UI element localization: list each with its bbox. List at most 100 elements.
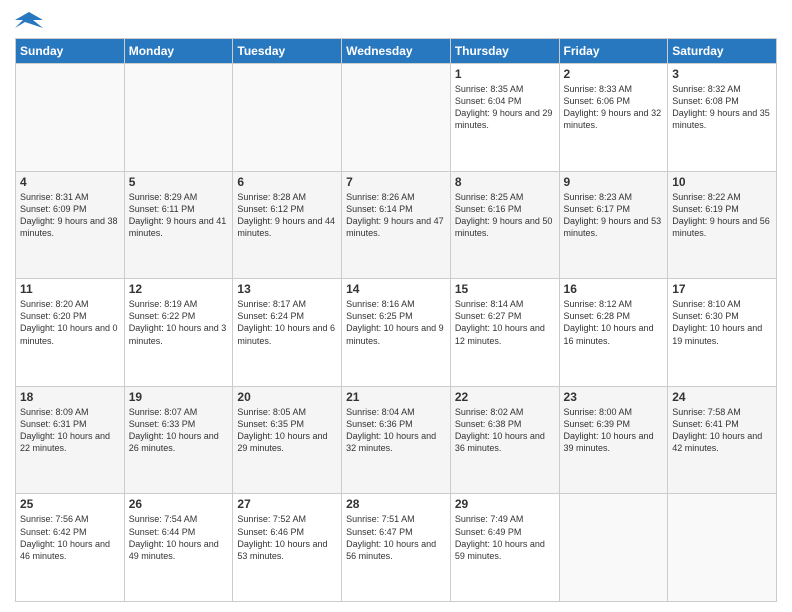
day-number: 2: [564, 67, 664, 81]
weekday-header-sunday: Sunday: [16, 39, 125, 64]
calendar-cell: 28 Sunrise: 7:51 AMSunset: 6:47 PMDayligh…: [342, 494, 451, 602]
day-number: 1: [455, 67, 555, 81]
calendar-cell: 24 Sunrise: 7:58 AMSunset: 6:41 PMDayligh…: [668, 386, 777, 494]
day-number: 12: [129, 282, 229, 296]
day-info: Sunrise: 8:25 AMSunset: 6:16 PMDaylight:…: [455, 191, 555, 240]
day-info: Sunrise: 8:31 AMSunset: 6:09 PMDaylight:…: [20, 191, 120, 240]
day-number: 3: [672, 67, 772, 81]
calendar-cell: 3 Sunrise: 8:32 AMSunset: 6:08 PMDaylight…: [668, 64, 777, 172]
day-info: Sunrise: 8:29 AMSunset: 6:11 PMDaylight:…: [129, 191, 229, 240]
day-number: 27: [237, 497, 337, 511]
day-info: Sunrise: 8:09 AMSunset: 6:31 PMDaylight:…: [20, 406, 120, 455]
calendar-cell: [559, 494, 668, 602]
page: SundayMondayTuesdayWednesdayThursdayFrid…: [0, 0, 792, 612]
day-number: 16: [564, 282, 664, 296]
day-number: 9: [564, 175, 664, 189]
day-info: Sunrise: 8:00 AMSunset: 6:39 PMDaylight:…: [564, 406, 664, 455]
calendar-cell: 2 Sunrise: 8:33 AMSunset: 6:06 PMDaylight…: [559, 64, 668, 172]
day-info: Sunrise: 7:58 AMSunset: 6:41 PMDaylight:…: [672, 406, 772, 455]
calendar-row-1: 4 Sunrise: 8:31 AMSunset: 6:09 PMDaylight…: [16, 171, 777, 279]
calendar-cell: [124, 64, 233, 172]
calendar-cell: 25 Sunrise: 7:56 AMSunset: 6:42 PMDayligh…: [16, 494, 125, 602]
day-number: 4: [20, 175, 120, 189]
calendar-cell: 6 Sunrise: 8:28 AMSunset: 6:12 PMDaylight…: [233, 171, 342, 279]
calendar-cell: 27 Sunrise: 7:52 AMSunset: 6:46 PMDayligh…: [233, 494, 342, 602]
day-number: 21: [346, 390, 446, 404]
day-info: Sunrise: 8:05 AMSunset: 6:35 PMDaylight:…: [237, 406, 337, 455]
logo: [15, 10, 47, 32]
calendar-cell: 18 Sunrise: 8:09 AMSunset: 6:31 PMDayligh…: [16, 386, 125, 494]
day-info: Sunrise: 8:19 AMSunset: 6:22 PMDaylight:…: [129, 298, 229, 347]
day-info: Sunrise: 8:28 AMSunset: 6:12 PMDaylight:…: [237, 191, 337, 240]
calendar-cell: 22 Sunrise: 8:02 AMSunset: 6:38 PMDayligh…: [450, 386, 559, 494]
day-number: 26: [129, 497, 229, 511]
day-info: Sunrise: 8:23 AMSunset: 6:17 PMDaylight:…: [564, 191, 664, 240]
day-info: Sunrise: 7:52 AMSunset: 6:46 PMDaylight:…: [237, 513, 337, 562]
weekday-header-wednesday: Wednesday: [342, 39, 451, 64]
calendar-cell: 11Sunrise: 8:20 AMSunset: 6:20 PMDayligh…: [16, 279, 125, 387]
day-number: 15: [455, 282, 555, 296]
day-info: Sunrise: 8:32 AMSunset: 6:08 PMDaylight:…: [672, 83, 772, 132]
calendar-row-2: 11Sunrise: 8:20 AMSunset: 6:20 PMDayligh…: [16, 279, 777, 387]
calendar-table: SundayMondayTuesdayWednesdayThursdayFrid…: [15, 38, 777, 602]
day-info: Sunrise: 8:14 AMSunset: 6:27 PMDaylight:…: [455, 298, 555, 347]
day-number: 23: [564, 390, 664, 404]
weekday-header-monday: Monday: [124, 39, 233, 64]
day-info: Sunrise: 8:12 AMSunset: 6:28 PMDaylight:…: [564, 298, 664, 347]
day-info: Sunrise: 8:20 AMSunset: 6:20 PMDaylight:…: [20, 298, 120, 347]
day-info: Sunrise: 8:35 AMSunset: 6:04 PMDaylight:…: [455, 83, 555, 132]
day-number: 24: [672, 390, 772, 404]
day-number: 13: [237, 282, 337, 296]
calendar-cell: 19Sunrise: 8:07 AMSunset: 6:33 PMDayligh…: [124, 386, 233, 494]
day-number: 14: [346, 282, 446, 296]
calendar-cell: 13 Sunrise: 8:17 AMSunset: 6:24 PMDayligh…: [233, 279, 342, 387]
calendar-cell: [16, 64, 125, 172]
day-info: Sunrise: 8:16 AMSunset: 6:25 PMDaylight:…: [346, 298, 446, 347]
day-info: Sunrise: 8:17 AMSunset: 6:24 PMDaylight:…: [237, 298, 337, 347]
calendar-cell: [233, 64, 342, 172]
day-info: Sunrise: 7:54 AMSunset: 6:44 PMDaylight:…: [129, 513, 229, 562]
calendar-row-3: 18 Sunrise: 8:09 AMSunset: 6:31 PMDayligh…: [16, 386, 777, 494]
day-number: 22: [455, 390, 555, 404]
calendar-cell: [668, 494, 777, 602]
day-number: 5: [129, 175, 229, 189]
day-info: Sunrise: 7:51 AMSunset: 6:47 PMDaylight:…: [346, 513, 446, 562]
logo-bird-icon: [15, 10, 43, 32]
day-number: 18: [20, 390, 120, 404]
day-info: Sunrise: 7:49 AMSunset: 6:49 PMDaylight:…: [455, 513, 555, 562]
calendar-cell: 16 Sunrise: 8:12 AMSunset: 6:28 PMDayligh…: [559, 279, 668, 387]
day-info: Sunrise: 8:07 AMSunset: 6:33 PMDaylight:…: [129, 406, 229, 455]
calendar-cell: 15 Sunrise: 8:14 AMSunset: 6:27 PMDayligh…: [450, 279, 559, 387]
day-info: Sunrise: 8:10 AMSunset: 6:30 PMDaylight:…: [672, 298, 772, 347]
weekday-header-tuesday: Tuesday: [233, 39, 342, 64]
day-number: 10: [672, 175, 772, 189]
calendar-cell: 7 Sunrise: 8:26 AMSunset: 6:14 PMDaylight…: [342, 171, 451, 279]
calendar-cell: 9 Sunrise: 8:23 AMSunset: 6:17 PMDaylight…: [559, 171, 668, 279]
day-number: 8: [455, 175, 555, 189]
day-info: Sunrise: 8:04 AMSunset: 6:36 PMDaylight:…: [346, 406, 446, 455]
calendar-cell: 1 Sunrise: 8:35 AMSunset: 6:04 PMDaylight…: [450, 64, 559, 172]
day-info: Sunrise: 8:26 AMSunset: 6:14 PMDaylight:…: [346, 191, 446, 240]
calendar-cell: 5 Sunrise: 8:29 AMSunset: 6:11 PMDaylight…: [124, 171, 233, 279]
day-info: Sunrise: 8:02 AMSunset: 6:38 PMDaylight:…: [455, 406, 555, 455]
calendar-cell: 23 Sunrise: 8:00 AMSunset: 6:39 PMDayligh…: [559, 386, 668, 494]
calendar-cell: 8 Sunrise: 8:25 AMSunset: 6:16 PMDaylight…: [450, 171, 559, 279]
calendar-cell: 4 Sunrise: 8:31 AMSunset: 6:09 PMDaylight…: [16, 171, 125, 279]
day-info: Sunrise: 8:33 AMSunset: 6:06 PMDaylight:…: [564, 83, 664, 132]
weekday-header-thursday: Thursday: [450, 39, 559, 64]
day-number: 7: [346, 175, 446, 189]
day-number: 28: [346, 497, 446, 511]
calendar-row-4: 25 Sunrise: 7:56 AMSunset: 6:42 PMDayligh…: [16, 494, 777, 602]
day-number: 29: [455, 497, 555, 511]
weekday-header-saturday: Saturday: [668, 39, 777, 64]
calendar-cell: 12 Sunrise: 8:19 AMSunset: 6:22 PMDayligh…: [124, 279, 233, 387]
calendar-cell: 20 Sunrise: 8:05 AMSunset: 6:35 PMDayligh…: [233, 386, 342, 494]
calendar-cell: 10Sunrise: 8:22 AMSunset: 6:19 PMDayligh…: [668, 171, 777, 279]
day-number: 6: [237, 175, 337, 189]
day-number: 20: [237, 390, 337, 404]
day-info: Sunrise: 7:56 AMSunset: 6:42 PMDaylight:…: [20, 513, 120, 562]
calendar-cell: [342, 64, 451, 172]
day-number: 25: [20, 497, 120, 511]
calendar-row-0: 1 Sunrise: 8:35 AMSunset: 6:04 PMDaylight…: [16, 64, 777, 172]
header: [15, 10, 777, 32]
